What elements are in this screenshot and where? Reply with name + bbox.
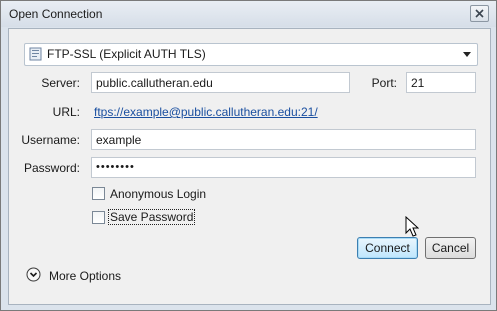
port-label: Port: — [371, 76, 397, 90]
connect-button[interactable]: Connect — [357, 237, 418, 259]
port-input[interactable]: 21 — [406, 72, 476, 93]
close-button[interactable] — [470, 5, 489, 22]
dialog-body: FTP-SSL (Explicit AUTH TLS) Server: publ… — [8, 28, 491, 305]
username-label: Username: — [21, 133, 80, 147]
url-label: URL: — [52, 105, 80, 119]
dialog-title: Open Connection — [9, 7, 103, 21]
server-label: Server: — [41, 76, 80, 90]
cancel-button[interactable]: Cancel — [425, 237, 476, 259]
chevron-down-icon — [463, 52, 471, 57]
password-label: Password: — [23, 161, 80, 175]
more-options-label[interactable]: More Options — [49, 269, 121, 283]
title-bar[interactable]: Open Connection — [1, 1, 496, 27]
chevron-down-circle-icon[interactable] — [26, 267, 41, 282]
protocol-selected-value: FTP-SSL (Explicit AUTH TLS) — [47, 47, 206, 61]
ftp-ssl-icon — [29, 47, 42, 61]
close-icon — [475, 9, 484, 18]
mouse-pointer-icon — [405, 216, 419, 237]
protocol-dropdown[interactable]: FTP-SSL (Explicit AUTH TLS) — [24, 43, 478, 66]
save-password-checkbox[interactable] — [92, 211, 105, 224]
anonymous-login-checkbox[interactable] — [92, 187, 105, 200]
save-password-label[interactable]: Save Password — [107, 209, 196, 225]
password-input[interactable]: •••••••• — [91, 157, 476, 178]
server-input[interactable]: public.callutheran.edu — [91, 72, 350, 93]
username-input[interactable]: example — [91, 129, 476, 150]
url-link[interactable]: ftps://example@public.callutheran.edu:21… — [94, 105, 318, 119]
open-connection-dialog: Open Connection FTP-SSL (Explicit AUTH T… — [0, 0, 497, 311]
anonymous-login-label[interactable]: Anonymous Login — [110, 187, 206, 201]
